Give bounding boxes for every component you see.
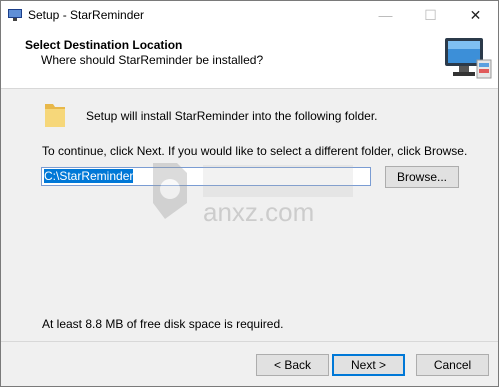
wizard-header: Select Destination Location Where should…	[1, 31, 498, 89]
back-button[interactable]: < Back	[256, 354, 329, 376]
folder-icon	[45, 104, 65, 127]
cancel-button[interactable]: Cancel	[416, 354, 489, 376]
setup-window: Setup - StarReminder — ☐ ✕ Select Destin…	[0, 0, 499, 387]
path-value: C:\StarReminder	[44, 169, 134, 183]
window-title: Setup - StarReminder	[28, 8, 145, 22]
minimize-button[interactable]: —	[363, 1, 408, 31]
watermark-text: anxz.com	[203, 197, 314, 227]
instructions-text: To continue, click Next. If you would li…	[42, 144, 468, 158]
page-title: Select Destination Location	[25, 38, 183, 52]
maximize-button[interactable]: ☐	[408, 1, 453, 31]
install-intro-text: Setup will install StarReminder into the…	[86, 109, 378, 123]
disk-space-text: At least 8.8 MB of free disk space is re…	[42, 317, 284, 331]
page-subtitle: Where should StarReminder be installed?	[41, 53, 264, 67]
setup-app-icon	[8, 9, 22, 21]
footer-divider	[1, 341, 498, 342]
title-bar[interactable]: Setup - StarReminder — ☐ ✕	[1, 1, 498, 31]
computer-monitor-icon	[445, 38, 492, 79]
close-button[interactable]: ✕	[453, 1, 498, 31]
browse-button[interactable]: Browse...	[385, 166, 459, 188]
next-button[interactable]: Next >	[332, 354, 405, 376]
watermark: anxz.com	[153, 163, 353, 227]
